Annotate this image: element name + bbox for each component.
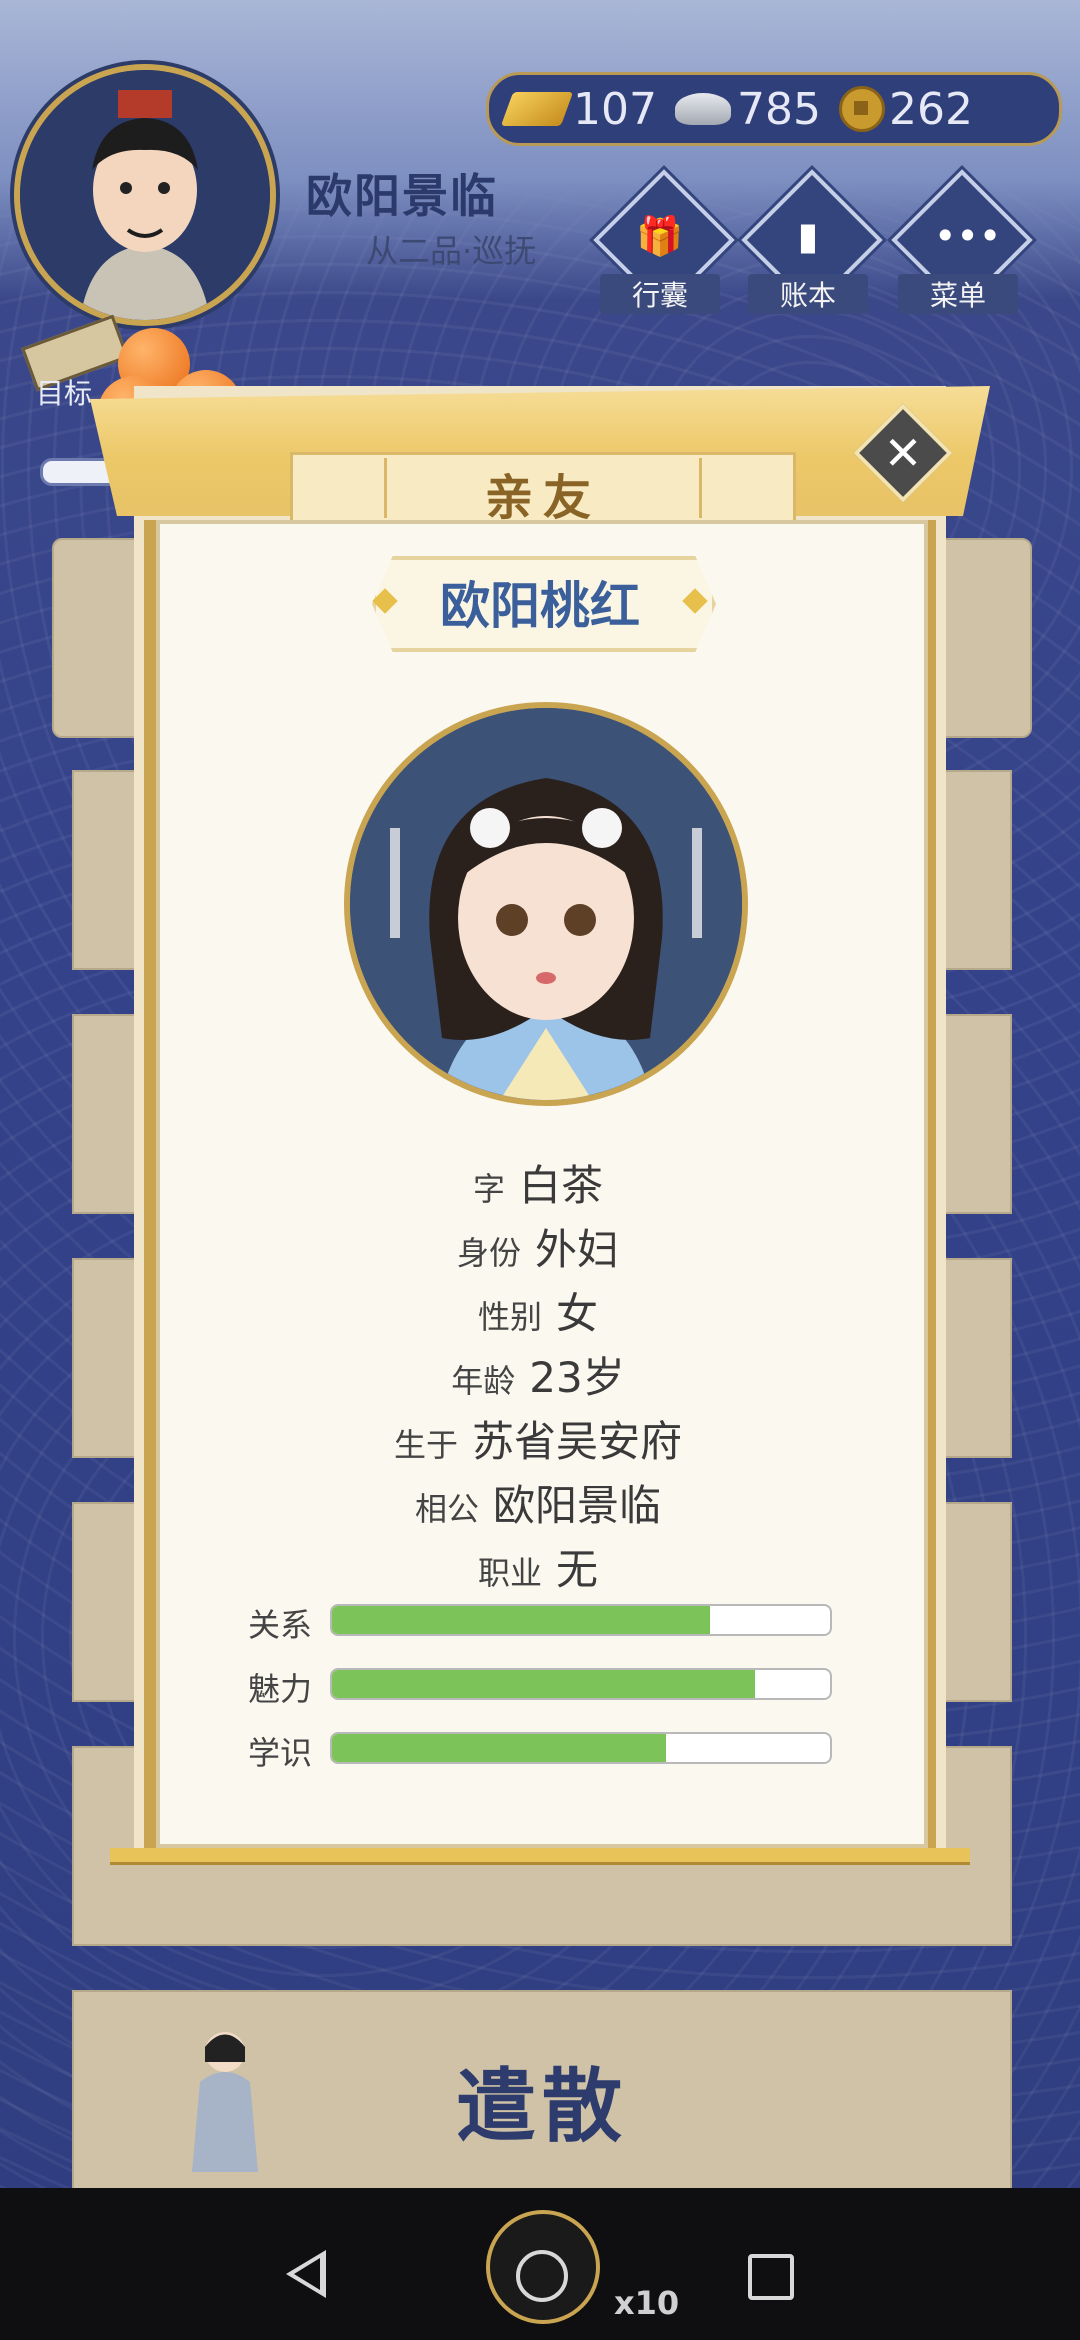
share-multiplier: x10 [614, 2284, 680, 2322]
gold-amount: 107 [573, 83, 657, 135]
bag-button[interactable]: 🎁 行囊 [593, 169, 735, 314]
disband-label: 遣散 [456, 2060, 628, 2153]
player-name: 欧阳景临 [306, 169, 498, 223]
goal-label[interactable]: 目标 [36, 372, 92, 412]
modal-bottom-border [110, 1848, 970, 1865]
modal-title: 亲友 [384, 458, 702, 526]
home-icon[interactable] [516, 2250, 568, 2302]
character-portrait [344, 702, 748, 1106]
stat-bar-charm [330, 1668, 832, 1700]
character-portrait-icon [350, 708, 742, 1100]
player-avatar[interactable] [14, 64, 276, 326]
info-age: 年龄 23岁 [451, 1353, 625, 1402]
menu-button[interactable]: ••• 菜单 [891, 169, 1033, 314]
gold-currency: 107 [500, 83, 657, 135]
info-occupation: 职业无 [477, 1545, 599, 1594]
menu-label: 菜单 [898, 274, 1018, 314]
silver-currency: 785 [674, 83, 821, 135]
player-rank: 从二品·巡抚 [366, 232, 537, 270]
coin-amount: 262 [888, 83, 973, 135]
ledger-label: 账本 [748, 274, 868, 314]
ledger-button[interactable]: ▮ 账本 [741, 169, 883, 314]
stat-label-relationship: 关系 [248, 1606, 313, 1644]
back-icon-inner [294, 2258, 320, 2290]
silver-ingot-icon [674, 93, 731, 125]
stat-bar-relationship [330, 1604, 832, 1636]
currency-bar: 107 785 262 [486, 72, 1062, 146]
disband-button[interactable]: 遣散 [72, 1990, 1012, 2194]
character-name: 欧阳桃红 [440, 577, 640, 635]
stat-label-knowledge: 学识 [248, 1734, 313, 1772]
modal-left-rail [144, 520, 156, 1860]
stat-bar-knowledge [330, 1732, 832, 1764]
coin-currency: 262 [838, 83, 973, 135]
bag-label: 行囊 [600, 274, 720, 314]
more-icon: ••• [934, 214, 1002, 258]
recent-apps-icon[interactable] [748, 2254, 794, 2300]
info-birthplace: 生于 苏省吴安府 [393, 1417, 683, 1466]
coin-icon [838, 86, 885, 132]
info-courtesy-name: 字白茶 [472, 1161, 604, 1210]
close-icon: ✕ [883, 426, 923, 480]
stat-label-charm: 魅力 [248, 1670, 313, 1708]
bag-icon: 🎁 [636, 214, 684, 258]
ledger-icon: ▮ [797, 214, 819, 258]
info-gender: 性别女 [477, 1289, 599, 1338]
silver-amount: 785 [736, 83, 821, 135]
info-status: 身份 外妇 [456, 1225, 620, 1274]
info-husband: 相公 欧阳景临 [414, 1481, 662, 1530]
player-portrait-icon [20, 70, 270, 320]
gold-bar-icon [500, 92, 574, 126]
